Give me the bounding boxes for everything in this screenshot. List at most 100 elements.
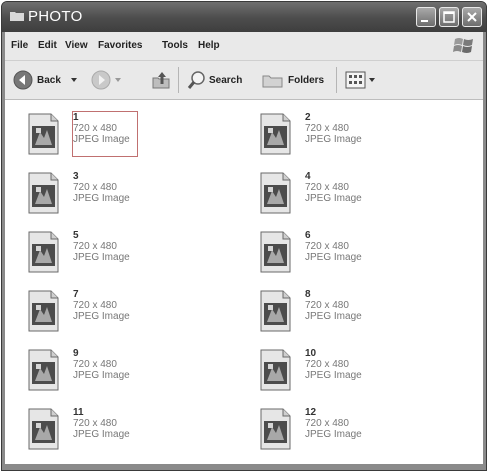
file-dimensions: 720 x 480 xyxy=(73,123,117,134)
close-button[interactable] xyxy=(462,7,482,27)
file-item[interactable]: 3 720 x 480 JPEG Image xyxy=(25,171,225,223)
standard-toolbar: Back Search Folders xyxy=(5,61,483,100)
file-label: 4 720 x 480 JPEG Image xyxy=(305,171,369,215)
minimize-icon xyxy=(421,20,428,22)
folders-label: Folders xyxy=(288,75,325,86)
file-item[interactable]: 7 720 x 480 JPEG Image xyxy=(25,289,225,341)
jpeg-file-icon xyxy=(260,290,291,332)
file-name: 9 xyxy=(73,348,79,359)
file-type: JPEG Image xyxy=(73,193,130,204)
file-item[interactable]: 2 720 x 480 JPEG Image xyxy=(257,112,457,164)
folders-button[interactable]: Folders xyxy=(262,70,324,95)
file-type: JPEG Image xyxy=(305,193,362,204)
file-item[interactable]: 8 720 x 480 JPEG Image xyxy=(257,289,457,341)
file-item[interactable]: 11 720 x 480 JPEG Image xyxy=(25,407,225,459)
back-button[interactable]: Back xyxy=(13,70,77,95)
file-type: JPEG Image xyxy=(73,134,130,145)
window-title: PHOTO xyxy=(28,8,83,25)
title-bar[interactable]: PHOTO xyxy=(2,2,486,32)
explorer-window: PHOTO File Edit View Favorites Tools Hel… xyxy=(1,1,487,471)
file-label: 2 720 x 480 JPEG Image xyxy=(305,112,369,156)
file-item[interactable]: 4 720 x 480 JPEG Image xyxy=(257,171,457,223)
file-label: 1 720 x 480 JPEG Image xyxy=(72,111,138,157)
file-name: 5 xyxy=(73,230,79,241)
chevron-down-icon xyxy=(71,78,77,82)
file-dimensions: 720 x 480 xyxy=(73,182,117,193)
file-dimensions: 720 x 480 xyxy=(305,418,349,429)
chevron-down-icon xyxy=(369,78,375,82)
views-button[interactable] xyxy=(345,70,375,95)
file-type: JPEG Image xyxy=(73,252,130,263)
back-label: Back xyxy=(37,75,61,86)
forward-arrow-icon xyxy=(91,70,111,90)
file-name: 3 xyxy=(73,171,79,182)
file-item[interactable]: 10 720 x 480 JPEG Image xyxy=(257,348,457,400)
file-dimensions: 720 x 480 xyxy=(73,418,117,429)
file-name: 7 xyxy=(73,289,79,300)
up-folder-icon xyxy=(152,72,170,89)
folders-icon xyxy=(262,75,283,88)
back-arrow-icon xyxy=(13,70,33,90)
search-label: Search xyxy=(209,75,243,86)
file-type: JPEG Image xyxy=(73,370,130,381)
file-label: 6 720 x 480 JPEG Image xyxy=(305,230,369,274)
jpeg-file-icon xyxy=(260,113,291,155)
menu-file[interactable]: File xyxy=(11,40,28,51)
up-folder-button[interactable] xyxy=(151,70,171,95)
file-dimensions: 720 x 480 xyxy=(305,359,349,370)
menu-help[interactable]: Help xyxy=(198,40,220,51)
menu-view[interactable]: View xyxy=(65,40,88,51)
file-dimensions: 720 x 480 xyxy=(73,300,117,311)
jpeg-file-icon xyxy=(28,113,59,155)
file-item[interactable]: 12 720 x 480 JPEG Image xyxy=(257,407,457,459)
menu-tools[interactable]: Tools xyxy=(162,40,188,51)
file-label: 8 720 x 480 JPEG Image xyxy=(305,289,369,333)
close-icon xyxy=(467,12,477,22)
file-name: 2 xyxy=(305,112,311,123)
file-item[interactable]: 6 720 x 480 JPEG Image xyxy=(257,230,457,282)
file-label: 10 720 x 480 JPEG Image xyxy=(305,348,369,392)
menu-favorites[interactable]: Favorites xyxy=(98,40,142,51)
file-label: 7 720 x 480 JPEG Image xyxy=(73,289,137,333)
file-label: 3 720 x 480 JPEG Image xyxy=(73,171,137,215)
file-type: JPEG Image xyxy=(305,311,362,322)
file-name: 11 xyxy=(73,407,84,418)
file-type: JPEG Image xyxy=(73,429,130,440)
file-label: 11 720 x 480 JPEG Image xyxy=(73,407,137,451)
jpeg-file-icon xyxy=(260,172,291,214)
file-type: JPEG Image xyxy=(73,311,130,322)
file-name: 1 xyxy=(73,112,79,123)
file-dimensions: 720 x 480 xyxy=(305,182,349,193)
file-dimensions: 720 x 480 xyxy=(305,300,349,311)
jpeg-file-icon xyxy=(28,172,59,214)
file-type: JPEG Image xyxy=(305,134,362,145)
file-type: JPEG Image xyxy=(305,252,362,263)
menu-bar: File Edit View Favorites Tools Help xyxy=(5,32,483,61)
views-icon xyxy=(345,71,366,89)
windows-logo-icon xyxy=(453,38,473,53)
toolbar-separator xyxy=(178,67,179,93)
maximize-icon xyxy=(443,11,455,23)
menu-edit[interactable]: Edit xyxy=(38,40,57,51)
file-name: 10 xyxy=(305,348,317,359)
jpeg-file-icon xyxy=(28,349,59,391)
file-label: 12 720 x 480 JPEG Image xyxy=(305,407,369,451)
minimize-button[interactable] xyxy=(416,7,436,27)
file-item[interactable]: 1 720 x 480 JPEG Image xyxy=(25,111,225,164)
folder-icon xyxy=(10,12,24,21)
jpeg-file-icon xyxy=(260,231,291,273)
search-icon xyxy=(187,71,205,89)
file-name: 12 xyxy=(305,407,317,418)
jpeg-file-icon xyxy=(28,408,59,450)
file-label: 9 720 x 480 JPEG Image xyxy=(73,348,137,392)
jpeg-file-icon xyxy=(260,349,291,391)
file-label: 5 720 x 480 JPEG Image xyxy=(73,230,137,274)
file-item[interactable]: 9 720 x 480 JPEG Image xyxy=(25,348,225,400)
file-dimensions: 720 x 480 xyxy=(305,241,349,252)
file-dimensions: 720 x 480 xyxy=(305,123,349,134)
forward-button[interactable] xyxy=(91,70,121,95)
file-dimensions: 720 x 480 xyxy=(73,241,117,252)
file-item[interactable]: 5 720 x 480 JPEG Image xyxy=(25,230,225,282)
search-button[interactable]: Search xyxy=(187,70,242,95)
maximize-button[interactable] xyxy=(439,7,459,27)
